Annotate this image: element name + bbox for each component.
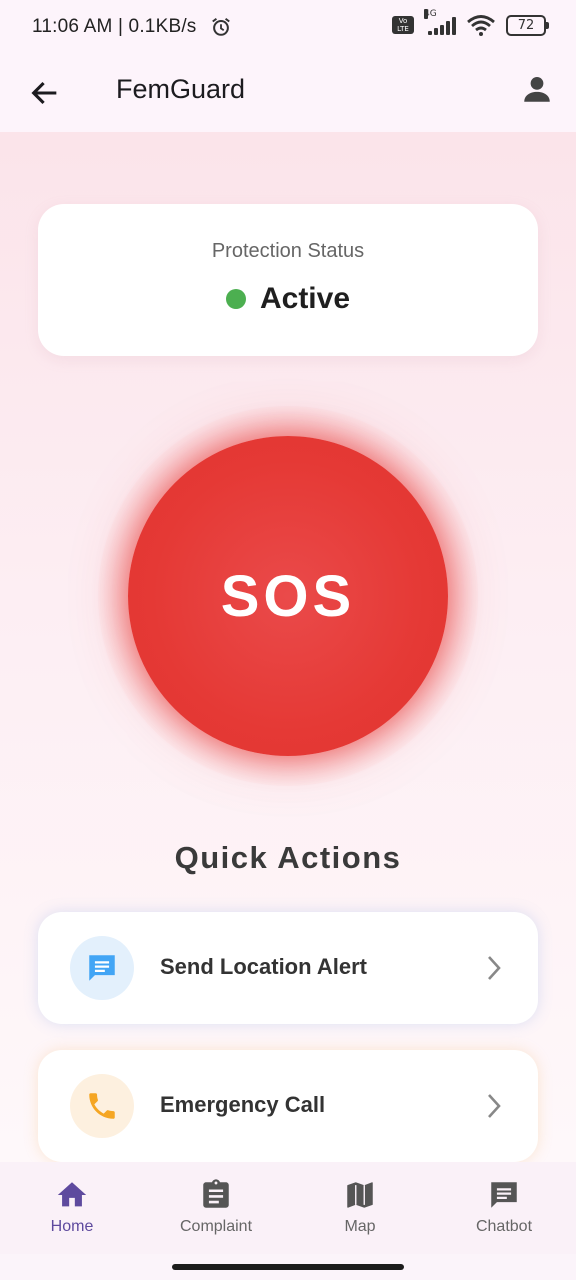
chat-icon bbox=[491, 1182, 517, 1208]
emergency-call-button[interactable]: Emergency Call bbox=[38, 1050, 538, 1162]
chevron-right-icon bbox=[488, 1094, 501, 1118]
nav-label-complaint: Complaint bbox=[179, 1218, 253, 1235]
clipboard-icon bbox=[203, 1179, 229, 1208]
nav-item-map[interactable]: Map bbox=[288, 1162, 432, 1254]
status-dot-icon bbox=[225, 289, 246, 309]
status-bar: 11:06 AM | 0.1KB/s Vo LTE 4G 72 bbox=[0, 0, 576, 56]
app-bar: FemGuard bbox=[0, 56, 576, 132]
send-location-alert-label: Send Location Alert bbox=[160, 954, 367, 979]
message-icon bbox=[89, 955, 115, 981]
wifi-icon bbox=[467, 15, 495, 36]
action-icon-container bbox=[70, 936, 134, 1000]
sos-button[interactable]: SOS bbox=[128, 436, 448, 756]
action-icon-container bbox=[70, 1074, 134, 1138]
volte-icon: Vo LTE bbox=[392, 16, 414, 34]
protection-status-card: Protection Status Active bbox=[38, 204, 538, 356]
quick-actions-title: Quick Actions bbox=[174, 840, 402, 875]
status-indicators: Vo LTE 4G 72 bbox=[392, 9, 549, 36]
phone-icon bbox=[89, 1093, 115, 1119]
send-location-alert-button[interactable]: Send Location Alert bbox=[38, 912, 538, 1024]
protection-status-label: Protection Status bbox=[211, 240, 365, 262]
map-icon bbox=[347, 1182, 373, 1208]
sos-label: SOS bbox=[220, 563, 356, 629]
battery-icon: 72 bbox=[506, 14, 549, 36]
status-time: 11:06 AM | 0.1KB/s bbox=[32, 16, 197, 37]
bottom-navigation: Home Complaint Map Chatbot bbox=[0, 1162, 576, 1254]
app-title: FemGuard bbox=[116, 74, 246, 104]
nav-item-home[interactable]: Home bbox=[0, 1162, 144, 1254]
emergency-call-label: Emergency Call bbox=[160, 1092, 326, 1117]
nav-item-complaint[interactable]: Complaint bbox=[144, 1162, 288, 1254]
cell-signal-icon: 4G bbox=[424, 9, 456, 35]
nav-label-map: Map bbox=[344, 1218, 376, 1235]
network-type-label: 4G bbox=[424, 9, 437, 19]
home-icon bbox=[57, 1182, 87, 1207]
nav-label-home: Home bbox=[50, 1218, 94, 1235]
back-arrow-icon[interactable] bbox=[28, 76, 62, 110]
alarm-icon bbox=[212, 17, 230, 36]
chevron-right-icon bbox=[488, 956, 501, 980]
profile-icon[interactable] bbox=[520, 72, 554, 106]
nav-label-chatbot: Chatbot bbox=[475, 1218, 533, 1235]
home-indicator[interactable] bbox=[172, 1264, 404, 1270]
protection-status-value: Active bbox=[259, 282, 351, 315]
nav-item-chatbot[interactable]: Chatbot bbox=[432, 1162, 576, 1254]
main-content: Protection Status Active SOS Quick Actio… bbox=[0, 132, 576, 1162]
protection-status-row: Active bbox=[38, 282, 538, 316]
